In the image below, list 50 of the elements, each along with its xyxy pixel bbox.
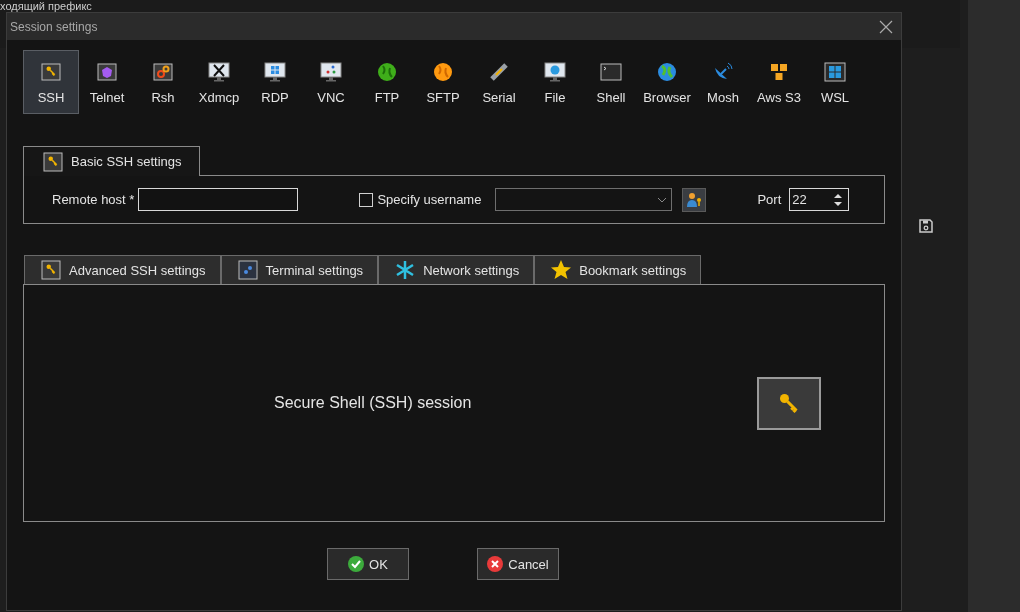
protocol-button[interactable]: VNC — [303, 50, 359, 114]
protocol-button[interactable]: SSH — [23, 50, 79, 114]
protocol-button[interactable]: Shell — [583, 50, 639, 114]
terminal-icon — [235, 258, 260, 282]
port-label: Port — [757, 192, 782, 207]
close-button[interactable] — [879, 19, 893, 34]
user-key-icon — [685, 190, 704, 209]
protocol-button[interactable]: Browser — [639, 50, 695, 114]
protocol-button[interactable]: Rsh — [135, 50, 191, 114]
remote-host-label: Remote host * — [52, 192, 135, 207]
user-key-button[interactable] — [682, 187, 707, 212]
chevron-down-icon — [657, 196, 668, 203]
settings-tab[interactable]: Network settings — [378, 255, 535, 284]
username-dropdown[interactable] — [495, 188, 673, 211]
ok-button[interactable]: OK — [327, 548, 409, 580]
protocol-button[interactable]: SFTP — [415, 50, 471, 114]
protocol-button[interactable]: Telnet — [79, 50, 135, 114]
protocol-button[interactable]: WSL — [807, 50, 863, 114]
save-icon[interactable] — [918, 218, 934, 234]
protocol-button[interactable]: File — [527, 50, 583, 114]
specify-username-label: Specify username — [377, 192, 482, 207]
background-text: ходящий префикс — [0, 0, 92, 12]
remote-host-field[interactable] — [138, 188, 299, 211]
close-icon — [487, 556, 504, 572]
monitor-icon — [319, 59, 343, 84]
session-description: Secure Shell (SSH) session — [274, 394, 472, 412]
key-icon — [39, 258, 63, 282]
windows-icon — [823, 59, 847, 84]
monitor-icon — [263, 59, 287, 84]
protocol-button[interactable]: FTP — [359, 50, 415, 114]
protocol-button[interactable]: RDP — [247, 50, 303, 114]
protocol-button[interactable]: Serial — [471, 50, 527, 114]
settings-tab[interactable]: Advanced SSH settings — [24, 255, 221, 284]
port-spinbox[interactable]: 22 — [789, 188, 850, 211]
check-icon — [348, 556, 365, 572]
monitor-icon — [543, 59, 567, 84]
settings-tab[interactable]: Terminal settings — [220, 255, 379, 284]
settings-tab[interactable]: Bookmark settings — [534, 255, 702, 284]
window-title: Session settings — [10, 19, 98, 34]
key-icon — [41, 149, 65, 174]
port-value: 22 — [792, 192, 807, 207]
username-checkbox[interactable] — [359, 192, 374, 207]
monitor-icon — [207, 59, 231, 84]
protocol-button[interactable]: Mosh — [695, 50, 751, 114]
spin-arrows-icon[interactable] — [834, 192, 843, 207]
protocol-button[interactable]: Xdmcp — [191, 50, 247, 114]
basic-settings-tab[interactable]: Basic SSH settings — [23, 146, 200, 176]
protocol-button[interactable]: Aws S3 — [751, 50, 807, 114]
close-icon — [879, 19, 893, 34]
cancel-button[interactable]: Cancel — [477, 548, 559, 580]
